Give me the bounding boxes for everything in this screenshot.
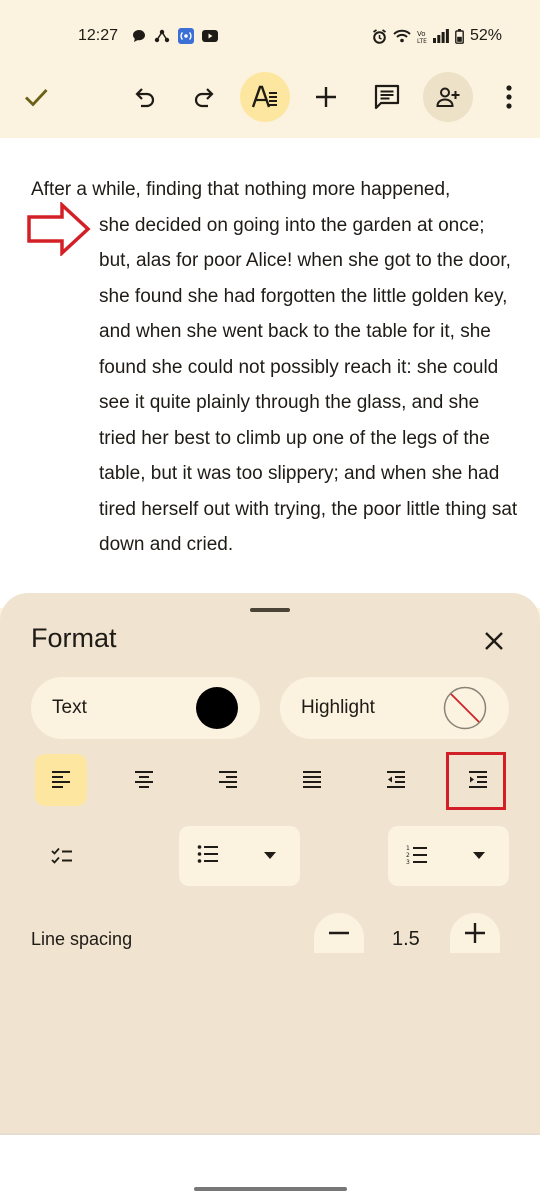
svg-text:2: 2 bbox=[406, 852, 410, 859]
annotation-highlight-box bbox=[446, 752, 506, 810]
line-spacing-row: Line spacing 1.5 bbox=[0, 913, 540, 973]
text-format-icon bbox=[251, 85, 277, 108]
status-bar: 12:27 Vo LTE 52% bbox=[0, 0, 540, 72]
undo-icon bbox=[135, 88, 155, 108]
format-bottom-sheet: Format Text Highlight 1 2 3 Line spacing… bbox=[0, 593, 540, 1133]
highlight-label: Highlight bbox=[301, 697, 375, 718]
checklist-icon bbox=[51, 847, 72, 864]
svg-text:LTE: LTE bbox=[417, 38, 427, 44]
done-button[interactable] bbox=[11, 72, 61, 122]
bulleted-list-icon bbox=[197, 845, 218, 863]
status-time: 12:27 bbox=[78, 27, 119, 44]
network-icon bbox=[154, 29, 170, 43]
comment-icon bbox=[374, 84, 400, 110]
align-center-icon bbox=[135, 771, 153, 788]
bulleted-list-button[interactable] bbox=[179, 826, 300, 886]
volte-icon: VoLTE bbox=[417, 30, 427, 44]
line-spacing-label: Line spacing bbox=[31, 929, 133, 949]
plus-icon bbox=[316, 87, 336, 107]
add-person-icon bbox=[436, 87, 460, 107]
text-color-label: Text bbox=[52, 697, 87, 718]
svg-text:1: 1 bbox=[406, 845, 410, 852]
decrease-line-spacing-button[interactable] bbox=[314, 913, 364, 953]
status-system-icons: Vo LTE 52% bbox=[372, 27, 502, 45]
align-right-icon bbox=[219, 771, 237, 788]
numbered-list-button[interactable]: 123 bbox=[388, 826, 509, 886]
chevron-down-icon bbox=[473, 852, 485, 859]
plus-icon bbox=[465, 923, 485, 943]
list-options-row: 123 bbox=[0, 826, 540, 886]
more-vert-icon bbox=[506, 85, 512, 109]
redo-button[interactable] bbox=[179, 72, 229, 122]
undo-button[interactable] bbox=[120, 72, 170, 122]
svg-text:3: 3 bbox=[406, 859, 410, 866]
align-justify-button[interactable] bbox=[286, 754, 338, 806]
check-icon bbox=[25, 89, 48, 107]
share-button[interactable] bbox=[423, 72, 473, 122]
svg-text:Vo: Vo bbox=[417, 30, 426, 38]
no-color-icon bbox=[443, 686, 487, 730]
line-spacing-value: 1.5 bbox=[392, 928, 420, 950]
insert-button[interactable] bbox=[301, 72, 351, 122]
align-center-button[interactable] bbox=[118, 754, 170, 806]
minus-icon bbox=[329, 931, 349, 935]
paragraph-first-line: After a while, finding that nothing more… bbox=[31, 179, 451, 200]
increase-line-spacing-button[interactable] bbox=[450, 913, 500, 953]
more-options-button[interactable] bbox=[484, 72, 534, 122]
editor-toolbar bbox=[0, 72, 540, 138]
decrease-indent-button[interactable] bbox=[370, 754, 422, 806]
redo-icon bbox=[194, 88, 214, 108]
gesture-nav-handle[interactable] bbox=[194, 1187, 347, 1191]
alarm-icon bbox=[372, 28, 386, 44]
annotation-arrow-icon bbox=[27, 202, 91, 256]
comment-button[interactable] bbox=[362, 72, 412, 122]
paragraph-indented-lines: she decided on going into the garden at … bbox=[99, 214, 518, 556]
close-button[interactable] bbox=[478, 625, 510, 657]
text-format-button[interactable] bbox=[240, 72, 290, 122]
wifi-icon bbox=[393, 29, 411, 43]
highlight-color-button[interactable]: Highlight bbox=[280, 677, 509, 739]
chat-bubble-icon bbox=[133, 30, 145, 42]
text-color-button[interactable]: Text bbox=[31, 677, 260, 739]
align-right-button[interactable] bbox=[202, 754, 254, 806]
text-color-swatch bbox=[196, 687, 238, 729]
decrease-indent-icon bbox=[387, 771, 405, 788]
battery-icon bbox=[455, 28, 464, 44]
document-paragraph[interactable]: After a while, finding that nothing more… bbox=[31, 172, 521, 563]
close-icon bbox=[485, 632, 503, 650]
align-justify-icon bbox=[303, 771, 321, 788]
signal-icon bbox=[432, 29, 449, 43]
drag-handle[interactable] bbox=[250, 608, 290, 612]
numbered-list-icon: 123 bbox=[406, 845, 427, 866]
checklist-button[interactable] bbox=[40, 834, 84, 878]
sheet-title: Format bbox=[31, 623, 117, 653]
chevron-down-icon bbox=[264, 852, 276, 859]
battery-percent: 52% bbox=[469, 27, 502, 44]
status-notification-icons bbox=[132, 28, 218, 44]
align-left-button[interactable] bbox=[35, 754, 87, 806]
youtube-icon bbox=[202, 30, 218, 42]
align-left-icon bbox=[52, 771, 70, 788]
radio-icon bbox=[178, 28, 194, 44]
